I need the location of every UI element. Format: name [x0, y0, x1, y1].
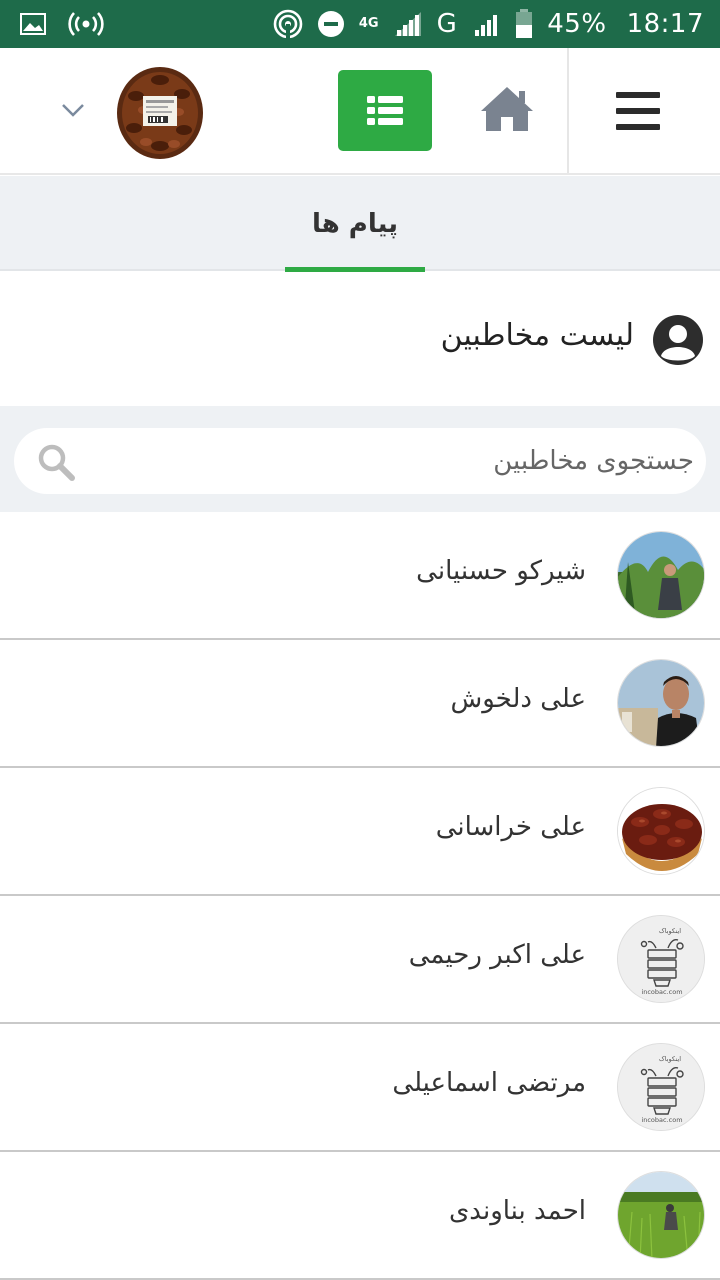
contact-avatar	[617, 659, 705, 747]
contact-row[interactable]: شیرکو حسنیانی	[0, 512, 720, 640]
contact-row[interactable]: علی خراسانی	[0, 768, 720, 896]
network-type-label: G	[436, 9, 458, 39]
contact-avatar	[617, 1171, 705, 1259]
search-input[interactable]	[94, 428, 694, 494]
contact-name: مرتضی اسماعیلی	[392, 1068, 586, 1098]
contacts-section-header: لیست مخاطبین	[0, 272, 720, 406]
contact-avatar	[617, 531, 705, 619]
list-icon	[367, 95, 403, 125]
search-box[interactable]	[14, 428, 706, 494]
contact-avatar	[617, 787, 705, 875]
list-view-button[interactable]	[338, 70, 432, 151]
user-circle-icon	[653, 315, 703, 365]
menu-button[interactable]	[600, 84, 676, 138]
battery-icon	[515, 9, 533, 39]
contact-avatar-incobac: اینکوباک incobac.com	[617, 1043, 705, 1131]
status-bar: 4G G 45% 18:17	[0, 0, 720, 48]
contact-row[interactable]: اینکوباک incobac.com مرتضی اسماعیلی	[0, 1024, 720, 1152]
incobac-logo-text: اینکوباک	[659, 1055, 681, 1063]
contact-row[interactable]: احمد بناوندی	[0, 1152, 720, 1280]
search-area	[0, 406, 720, 512]
contact-name: علی دلخوش	[450, 684, 586, 714]
home-button[interactable]	[474, 78, 540, 138]
signal-icon	[471, 10, 501, 38]
incobac-logo-text: اینکوباک	[659, 927, 681, 935]
contact-row[interactable]: اینکوباک incobac.com علی اکبر رحیمی	[0, 896, 720, 1024]
wifi-signal-icon	[273, 9, 303, 39]
app-header	[0, 48, 720, 175]
incobac-logo-domain: incobac.com	[641, 1116, 682, 1124]
account-dropdown-button[interactable]	[48, 90, 98, 130]
contact-list: شیرکو حسنیانی علی دلخوش علی خراسانی اینک…	[0, 512, 720, 1280]
profile-avatar[interactable]	[116, 66, 204, 160]
contact-row[interactable]: علی دلخوش	[0, 640, 720, 768]
signal-icon	[393, 10, 423, 38]
chevron-down-icon	[62, 104, 84, 117]
tab-messages[interactable]: پیام ها	[285, 176, 425, 273]
contact-name: احمد بناوندی	[448, 1196, 586, 1226]
tab-bar: پیام ها	[0, 176, 720, 273]
contact-name: علی خراسانی	[435, 812, 586, 842]
search-icon[interactable]	[36, 442, 76, 482]
contact-name: شیرکو حسنیانی	[416, 556, 586, 586]
image-icon	[20, 13, 46, 35]
hotspot-icon	[68, 11, 104, 37]
battery-percentage: 45%	[547, 9, 607, 39]
hamburger-menu-icon	[616, 92, 660, 130]
contact-name: علی اکبر رحیمی	[408, 940, 586, 970]
do-not-disturb-icon	[317, 10, 345, 38]
home-icon	[481, 87, 533, 131]
clock: 18:17	[626, 9, 704, 39]
tab-messages-label: پیام ها	[311, 208, 399, 239]
header-divider	[567, 48, 569, 173]
network-4g-label: 4G	[358, 16, 379, 31]
section-title: لیست مخاطبین	[440, 318, 634, 353]
incobac-logo-domain: incobac.com	[641, 988, 682, 996]
contact-avatar-incobac: اینکوباک incobac.com	[617, 915, 705, 1003]
